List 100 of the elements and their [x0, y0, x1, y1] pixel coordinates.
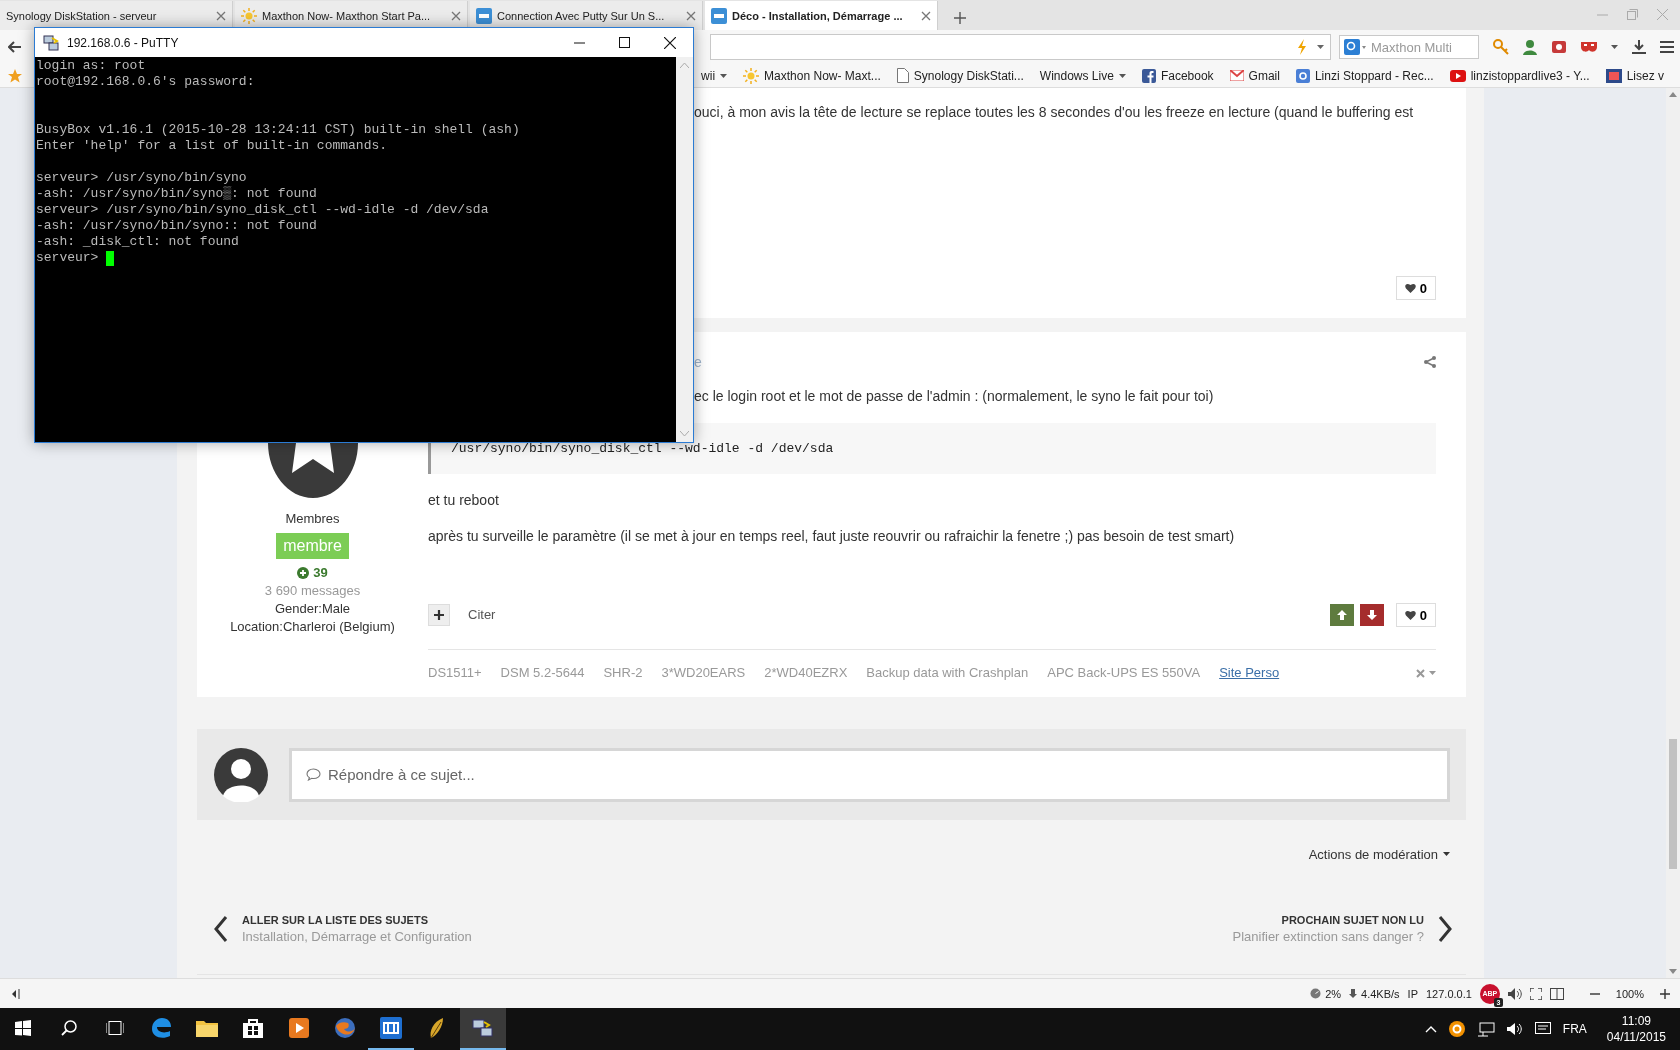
camera-icon[interactable]	[1551, 39, 1567, 55]
browser-icon[interactable]	[150, 1017, 172, 1039]
terminal-line: -ash: /usr/syno/bin/syno▒: not found	[36, 186, 317, 202]
sun-icon	[743, 67, 760, 84]
member-group: Membres	[285, 510, 340, 528]
reply-field[interactable]: Répondre à ce sujet...	[289, 747, 1450, 802]
fullscreen-icon[interactable]	[1529, 987, 1542, 1000]
scroll-up-icon[interactable]	[1669, 92, 1677, 97]
nav-heading[interactable]: ALLER SUR LA LISTE DES SUJETS	[242, 914, 472, 926]
terminal-line: login as: root	[36, 58, 146, 74]
upvote-button[interactable]	[1329, 604, 1354, 626]
like-button[interactable]: 0	[1395, 603, 1436, 627]
clock[interactable]: 11:09 04/11/2015	[1606, 1013, 1666, 1045]
task-view-icon[interactable]	[106, 1021, 124, 1035]
bookmark[interactable]: wii	[701, 68, 728, 83]
zoom-level: 100%	[1615, 987, 1644, 1000]
leaf-icon[interactable]	[428, 1017, 446, 1039]
speaker-icon[interactable]	[1506, 1022, 1523, 1036]
notifications-icon[interactable]	[1534, 1022, 1551, 1036]
shopping-bag-icon[interactable]	[243, 1018, 263, 1038]
terminal-line: Enter 'help' for a list of built-in commands.	[36, 138, 388, 154]
bookmark[interactable]: Windows Live	[1039, 68, 1126, 83]
signature-item: 3*WD20EARS	[661, 664, 746, 682]
facebook-icon	[1141, 68, 1156, 83]
avatar-icon	[267, 443, 358, 498]
speaker-icon[interactable]	[1507, 987, 1522, 1000]
downvote-button[interactable]	[1359, 604, 1384, 626]
search-field[interactable]: Maxthon Multi	[1339, 35, 1479, 59]
search-engine-icon	[1344, 39, 1366, 55]
network-icon[interactable]	[1476, 1021, 1495, 1037]
address-field[interactable]	[710, 34, 1331, 60]
arrow-down-icon	[1366, 610, 1377, 620]
input-language[interactable]: FRA	[1562, 1022, 1587, 1036]
start-icon[interactable]	[15, 1020, 31, 1036]
rank-badge: membre	[276, 533, 349, 559]
back-arrow-icon[interactable]	[8, 41, 22, 53]
scroll-thumb[interactable]	[1669, 739, 1677, 869]
maximize-icon[interactable]	[619, 36, 630, 48]
arrow-down-icon	[1349, 989, 1358, 998]
signature-item: SHR-2	[603, 664, 643, 682]
search-icon[interactable]	[61, 1020, 77, 1036]
menu-icon[interactable]	[1660, 41, 1674, 53]
folder-icon[interactable]	[196, 1019, 218, 1037]
plus-circle-icon	[297, 567, 310, 579]
post-text: ec le login root et le mot de passe de l'admin : (normalement, le syno le fait pour toi)	[694, 387, 1215, 406]
scroll-down-icon[interactable]	[1669, 969, 1677, 974]
split-view-icon[interactable]	[1549, 987, 1564, 1000]
download-icon[interactable]	[1631, 39, 1647, 55]
bookmark[interactable]: Maxthon Now- Maxt...	[743, 67, 881, 84]
google-plus-icon	[1295, 68, 1310, 83]
bookmark[interactable]: Facebook	[1141, 68, 1214, 83]
network-computers-icon[interactable]	[472, 1017, 494, 1039]
terminal-line: serveur>	[36, 250, 99, 266]
gender: Gender:Male	[274, 600, 351, 618]
avatar-icon	[214, 747, 268, 802]
window-m-icon[interactable]	[380, 1017, 402, 1039]
window-title-bar[interactable]: 192.168.0.6 - PuTTY	[35, 28, 693, 57]
caret-icon	[720, 73, 728, 78]
share-icon[interactable]	[1424, 356, 1436, 368]
like-button[interactable]: 0	[1395, 276, 1436, 300]
sidebar-toggle-icon[interactable]	[10, 987, 22, 1000]
person-icon[interactable]	[1522, 39, 1538, 55]
ip-label: IP	[1407, 987, 1418, 1000]
bookmark[interactable]: linzistoppardlive3 - Y...	[1449, 68, 1590, 83]
tray-app-icon[interactable]	[1448, 1021, 1465, 1037]
chevron-right-icon[interactable]	[1438, 916, 1452, 942]
signature-item: DS1511+	[428, 664, 482, 682]
mask-icon[interactable]	[1580, 39, 1598, 55]
signature-link[interactable]: Site Perso	[1219, 664, 1280, 682]
post-text: après tu surveille le paramètre (il se met à jour en temps reel, faut juste reouvrir ou rafraichir la fenetre ;) pas besoin de test smart)	[428, 527, 1236, 546]
bookmark[interactable]: Gmail	[1229, 68, 1280, 83]
caret-icon	[1443, 852, 1450, 856]
ip-address: 127.0.0.1	[1426, 987, 1472, 1000]
comment-icon	[306, 767, 321, 781]
chevron-left-icon[interactable]	[214, 916, 228, 942]
sun-icon	[241, 7, 257, 24]
caret-icon	[1429, 671, 1436, 675]
star-icon[interactable]	[8, 68, 22, 83]
moderation-menu[interactable]: Actions de modération	[1308, 846, 1438, 862]
signature-item: APC Back-UPS ES 550VA	[1047, 664, 1201, 682]
window-title: 192.168.0.6 - PuTTY	[67, 35, 179, 50]
nav-heading[interactable]: PROCHAIN SUJET NON LU	[1281, 914, 1424, 926]
video-play-icon	[1449, 69, 1466, 82]
media-player-icon[interactable]	[289, 1018, 309, 1038]
terminal-line: -ash: /usr/syno/bin/syno:: not found	[36, 218, 317, 234]
bookmark[interactable]: Lisez v	[1605, 68, 1664, 83]
bookmark[interactable]: Synology DiskStati...	[896, 68, 1024, 83]
plus-icon[interactable]	[954, 12, 966, 24]
multiquote-button[interactable]	[428, 604, 450, 626]
zoom-in-icon[interactable]	[1660, 988, 1670, 999]
chevron-up-icon[interactable]	[1424, 1025, 1437, 1033]
quote-link[interactable]: Citer	[468, 605, 496, 625]
browser-tab[interactable]: Déco - Installation, Démarrage ...	[705, 1, 938, 30]
heart-icon	[1404, 283, 1416, 293]
post-meta: e	[694, 353, 702, 372]
bookmark[interactable]: Linzi Stoppard - Rec...	[1295, 68, 1434, 83]
fox-globe-icon[interactable]	[334, 1017, 356, 1039]
scrollbar[interactable]	[1666, 88, 1680, 978]
terminal[interactable]	[35, 57, 676, 442]
close-icon[interactable]	[664, 36, 676, 49]
